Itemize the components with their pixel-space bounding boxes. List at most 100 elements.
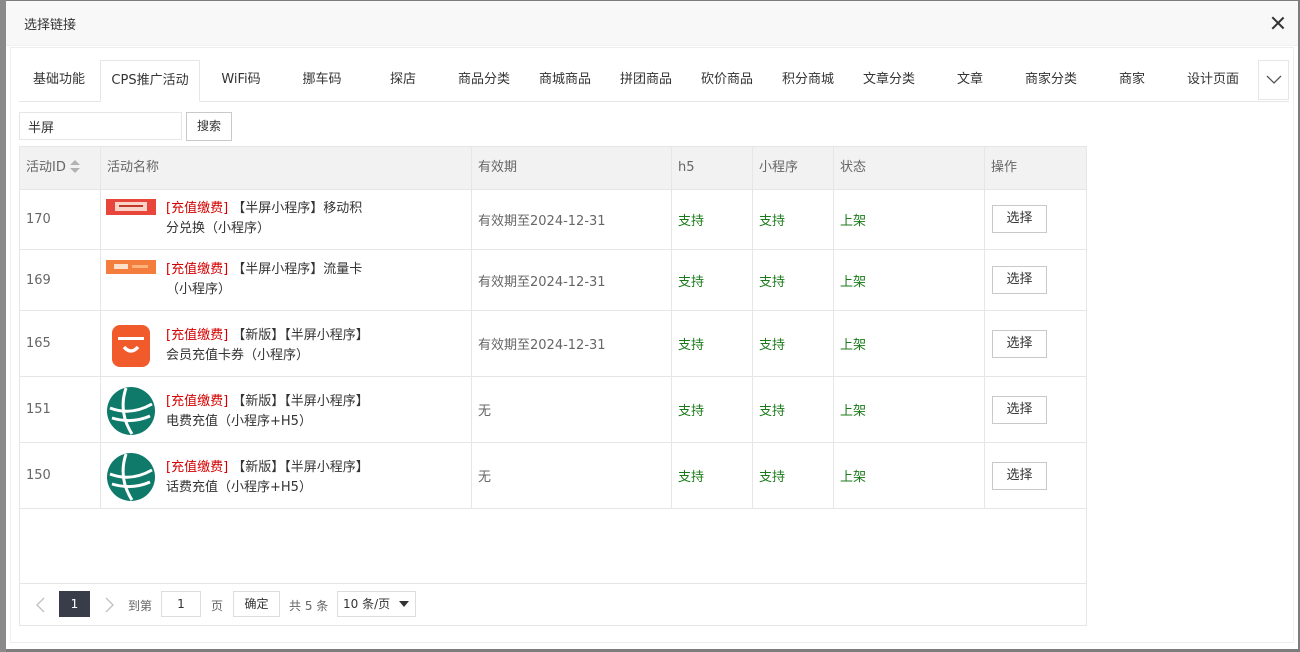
tab-bar: 基础功能 CPS推广活动 WiFi码 挪车码 探店 商品分类 商城商品 拼团商品… [19,58,1289,102]
table-row: 170 [充值缴费] 【半屏小程序】移动积分兑换（小程序） 有效期至2024-1… [20,189,1086,250]
category-tag: [充值缴费] [166,328,229,343]
miniprogram-support: 支持 [753,311,834,376]
select-button[interactable]: 选择 [992,205,1047,233]
tab-article[interactable]: 文章 [930,60,1010,100]
tab-merchant[interactable]: 商家 [1092,60,1172,100]
category-tag: [充值缴费] [166,394,229,409]
status-badge: 上架 [834,250,985,310]
tab-move-car-code[interactable]: 挪车码 [282,60,362,100]
chevron-right-icon[interactable] [102,596,116,614]
table-header: 活动ID 活动名称 有效期 h5 小程序 状态 操作 [20,147,1086,190]
tab-goods-category[interactable]: 商品分类 [444,60,524,100]
activity-name-cell: [充值缴费] 【新版】【半屏小程序】电费充值（小程序+H5） [101,377,472,442]
tab-more-button[interactable] [1258,60,1289,100]
goto-page-input[interactable] [161,591,201,617]
table-row: 169 [充值缴费] 【半屏小程序】流量卡（小程序） 有效期至2024-12-3… [20,250,1086,311]
page-unit-label: 页 [211,599,224,613]
activity-name-cell: [充值缴费] 【新版】【半屏小程序】会员充值卡券（小程序） [101,311,472,376]
activity-name-text: [充值缴费] 【半屏小程序】流量卡（小程序） [166,262,363,297]
h5-support: 支持 [672,189,753,249]
dialog-title: 选择链接 [24,18,77,33]
chevron-left-icon[interactable] [34,596,48,614]
validity: 无 [472,443,672,508]
tab-wifi-code[interactable]: WiFi码 [201,60,281,100]
h5-support: 支持 [672,311,753,376]
validity: 有效期至2024-12-31 [472,311,672,376]
column-header-validity: 有效期 [472,147,672,189]
miniprogram-support: 支持 [753,443,834,508]
tab-bargain-goods[interactable]: 砍价商品 [687,60,767,100]
status-badge: 上架 [834,189,985,249]
dialog-header: 选择链接 [6,1,1298,46]
search-input[interactable] [19,112,182,140]
activity-thumbnail-icon [106,260,156,274]
tab-basic-functions[interactable]: 基础功能 [19,60,99,100]
select-button[interactable]: 选择 [992,395,1047,424]
close-icon[interactable] [1268,13,1288,33]
activity-name-text: [充值缴费] 【新版】【半屏小程序】会员充值卡券（小程序） [166,328,363,363]
category-tag: [充值缴费] [166,460,229,475]
h5-support: 支持 [672,377,753,442]
tab-group-goods[interactable]: 拼团商品 [606,60,686,100]
status-badge: 上架 [834,377,985,442]
globe-icon [107,453,155,501]
action-cell: 选择 [985,250,1086,310]
column-header-activity-id[interactable]: 活动ID [20,147,101,189]
activity-name-text: [充值缴费] 【半屏小程序】移动积分兑换（小程序） [166,201,363,236]
action-cell: 选择 [985,443,1086,508]
miniprogram-support: 支持 [753,189,834,249]
activity-name-cell: [充值缴费] 【半屏小程序】流量卡（小程序） [101,250,472,310]
activity-id: 169 [20,250,101,310]
dialog-body: 基础功能 CPS推广活动 WiFi码 挪车码 探店 商品分类 商城商品 拼团商品… [10,47,1294,643]
activity-id: 170 [20,189,101,249]
chevron-down-icon [399,601,409,607]
tab-design-page[interactable]: 设计页面 [1173,60,1253,100]
column-header-h5: h5 [672,147,753,189]
activity-thumbnail-icon [106,199,156,215]
page-size-select[interactable]: 10 条/页 [337,591,416,617]
activity-name-text: [充值缴费] 【新版】【半屏小程序】话费充值（小程序+H5） [166,460,363,495]
validity: 有效期至2024-12-31 [472,189,672,249]
column-header-miniprogram: 小程序 [753,147,834,189]
column-header-status: 状态 [834,147,985,189]
activity-name-cell: [充值缴费] 【半屏小程序】移动积分兑换（小程序） [101,189,472,249]
tab-merchant-category[interactable]: 商家分类 [1011,60,1091,100]
category-tag: [充值缴费] [166,262,229,277]
column-header-action: 操作 [991,160,1018,175]
sort-icon[interactable] [69,159,80,174]
h5-support: 支持 [672,250,753,310]
select-link-dialog: 选择链接 基础功能 CPS推广活动 WiFi码 挪车码 探店 商品分类 商城商品… [6,1,1298,649]
goto-confirm-button[interactable]: 确定 [233,591,280,617]
tab-cps-promotion[interactable]: CPS推广活动 [100,60,200,102]
tab-article-category[interactable]: 文章分类 [849,60,929,100]
miniprogram-support: 支持 [753,250,834,310]
action-cell: 选择 [985,189,1086,249]
table-row: 165 [充值缴费] 【新版】【半屏小程序】会员充值卡券（小程序） 有效期至20… [20,311,1086,377]
select-button[interactable]: 选择 [992,266,1047,294]
activity-id: 165 [20,311,101,376]
activity-id: 150 [20,443,101,508]
select-button[interactable]: 选择 [992,329,1047,358]
search-button[interactable]: 搜索 [186,112,232,141]
activity-name-cell: [充值缴费] 【新版】【半屏小程序】话费充值（小程序+H5） [101,443,472,508]
select-button[interactable]: 选择 [992,461,1047,490]
page-button-current[interactable]: 1 [59,591,90,617]
status-badge: 上架 [834,443,985,508]
tab-shop-visit[interactable]: 探店 [363,60,443,100]
chevron-down-icon [1266,75,1282,84]
pagination: 1 到第 页 确定 共 5 条 10 条/页 [20,583,1086,626]
validity: 有效期至2024-12-31 [472,250,672,310]
status-badge: 上架 [834,311,985,376]
bag-icon [112,325,150,367]
tab-points-mall[interactable]: 积分商城 [768,60,848,100]
category-tag: [充值缴费] [166,201,229,216]
action-cell: 选择 [985,377,1086,442]
column-header-activity-name: 活动名称 [101,147,472,189]
validity: 无 [472,377,672,442]
miniprogram-support: 支持 [753,377,834,442]
goto-label: 到第 [128,599,153,613]
h5-support: 支持 [672,443,753,508]
activity-id: 151 [20,377,101,442]
tab-mall-goods[interactable]: 商城商品 [525,60,605,100]
table-row: 151 [充值缴费] 【新版】【半屏小程序】电费充值（小程序+H5） 无 支持 … [20,377,1086,443]
